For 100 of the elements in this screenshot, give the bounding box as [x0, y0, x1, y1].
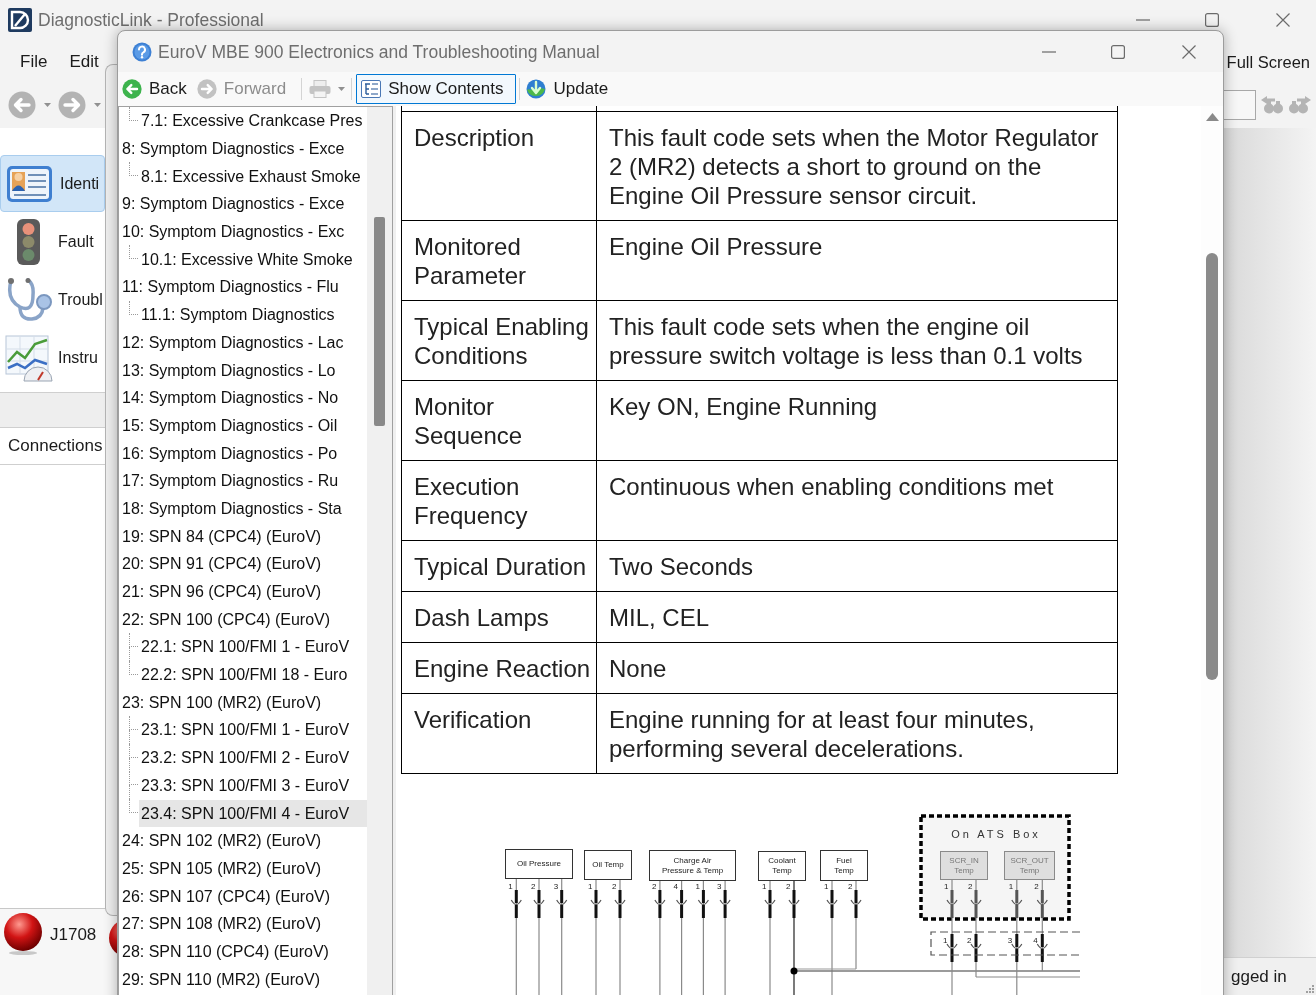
- tree-item[interactable]: 22: SPN 100 (CPC4) (EuroV): [120, 605, 333, 633]
- menu-item[interactable]: Full Screen: [1226, 51, 1310, 73]
- binoculars-right-arrow-icon[interactable]: [1289, 96, 1311, 114]
- update-button[interactable]: Update: [523, 74, 612, 104]
- show-contents-button[interactable]: Show Contents: [356, 74, 517, 104]
- tree-item[interactable]: 19: SPN 84 (CPC4) (EuroV): [120, 522, 324, 550]
- pin-number: 1: [508, 883, 513, 891]
- pin-number: 2: [968, 883, 973, 891]
- tree-item[interactable]: 23: SPN 100 (MR2) (EuroV): [120, 688, 324, 716]
- tree-item[interactable]: 13: Symptom Diagnostics - Lo: [120, 356, 338, 384]
- help-icon: [132, 41, 152, 62]
- sensor-node: Oil Temp: [584, 850, 632, 880]
- tree-list-icon: [361, 80, 382, 98]
- binoculars-left-arrow-icon[interactable]: [1261, 96, 1283, 114]
- input-field[interactable]: [1224, 90, 1256, 120]
- window-title: DiagnosticLink - Professional: [38, 9, 264, 31]
- scrollbar-thumb[interactable]: [374, 217, 385, 426]
- tree-item[interactable]: 8: Symptom Diagnostics - Exce: [120, 135, 347, 163]
- table-cell: Monitored Parameter: [401, 221, 597, 301]
- pin-number: 1: [695, 883, 700, 891]
- resize-grip-icon[interactable]: [1305, 984, 1314, 993]
- table-cell: Verification: [401, 694, 597, 774]
- tree-line: [129, 162, 138, 177]
- table-cell: Description: [401, 112, 597, 221]
- pin-number: 1: [1008, 883, 1014, 891]
- table-cell: Engine Reaction: [401, 643, 597, 694]
- tree-item[interactable]: 25: SPN 105 (MR2) (EuroV): [120, 854, 324, 882]
- tree-item[interactable]: 22.1: SPN 100/FMI 1 - EuroV: [139, 633, 352, 661]
- tree-item[interactable]: 23.4: SPN 100/FMI 4 - EuroV: [139, 799, 367, 827]
- tree-item[interactable]: 29: SPN 110 (MR2) (EuroV): [120, 965, 322, 993]
- tree-line: [129, 300, 138, 315]
- tree-item[interactable]: 14: Symptom Diagnostics - No: [120, 384, 341, 412]
- tree-item[interactable]: 28: SPN 110 (CPC4) (EuroV): [120, 937, 331, 965]
- sensor-node: Fuel Temp: [820, 850, 868, 881]
- sensor-node: SCR_IN Temp: [940, 851, 988, 880]
- table-cell: Engine Oil Pressure: [597, 221, 1118, 301]
- table-cell: Typical Duration: [401, 541, 597, 592]
- tree-item[interactable]: 11.1: Symptom Diagnostics: [139, 301, 337, 329]
- pin-number: 1: [824, 883, 829, 891]
- pin-number: 3: [717, 883, 722, 891]
- tree-item[interactable]: 10: Symptom Diagnostics - Exc: [120, 218, 347, 246]
- minimize-icon[interactable]: [1042, 50, 1056, 53]
- back-button[interactable]: Back: [119, 74, 190, 104]
- tree-item[interactable]: 8.1: Excessive Exhaust Smoke: [139, 162, 363, 190]
- table-cell: Typical Enabling Conditions: [401, 301, 597, 381]
- tree-item[interactable]: 7.1: Excessive Crankcase Pres: [139, 107, 365, 135]
- tree-item[interactable]: 24: SPN 102 (MR2) (EuroV): [120, 827, 324, 855]
- scrollbar-thumb[interactable]: [1206, 253, 1218, 680]
- maximize-icon[interactable]: [1205, 13, 1219, 27]
- tree-item[interactable]: 27: SPN 108 (MR2) (EuroV): [120, 910, 324, 938]
- app-logo-icon: [8, 8, 32, 32]
- pin-number: 4: [1033, 937, 1038, 945]
- scrollbar-track[interactable]: [367, 107, 392, 995]
- menu-item[interactable]: Edit: [69, 51, 99, 73]
- tree-item[interactable]: 11: Symptom Diagnostics - Flu: [120, 273, 341, 301]
- nav-item[interactable]: Identi: [0, 155, 105, 212]
- pin-number: 1: [943, 937, 948, 945]
- sensor-node: Oil Pressure: [505, 849, 573, 879]
- tree-item[interactable]: 21: SPN 96 (CPC4) (EuroV): [120, 578, 324, 606]
- table-cell: Key ON, Engine Running: [597, 381, 1118, 461]
- connection-label: J1708: [50, 925, 97, 945]
- tree-item[interactable]: 9: Symptom Diagnostics - Exce: [120, 190, 347, 218]
- maximize-icon[interactable]: [1111, 44, 1125, 59]
- tree-item[interactable]: 16: Symptom Diagnostics - Po: [120, 439, 340, 467]
- close-icon[interactable]: [1182, 44, 1196, 59]
- caret-icon: [338, 87, 346, 91]
- table-cell: Engine running for at least four minutes, performing several decelerations.: [597, 694, 1118, 774]
- tree-item[interactable]: 23.2: SPN 100/FMI 2 - EuroV: [139, 744, 352, 772]
- traffic-light-icon: [16, 217, 41, 266]
- pin-number: 2: [967, 937, 972, 945]
- pin-number: 3: [553, 883, 559, 891]
- pin-number: 2: [531, 883, 536, 891]
- up-arrow-icon[interactable]: [1205, 113, 1219, 121]
- nav-item[interactable]: Instru: [0, 329, 105, 386]
- pin-number: 2: [651, 883, 657, 891]
- printer-icon: [309, 80, 332, 98]
- sensor-node: Coolant Temp: [758, 851, 806, 881]
- table-cell: This fault code sets when the engine oil pressure switch voltage is less than 0.1 volts: [597, 301, 1118, 381]
- pin-number: 2: [848, 883, 853, 891]
- tree-item[interactable]: 20: SPN 91 (CPC4) (EuroV): [120, 550, 324, 578]
- menu-item[interactable]: File: [20, 51, 48, 73]
- sensor-node: SCR_OUT Temp: [1004, 851, 1055, 880]
- tree-item[interactable]: 15: Symptom Diagnostics - Oil: [120, 411, 340, 439]
- table-cell: Two Seconds: [597, 541, 1118, 592]
- close-icon[interactable]: [1276, 13, 1290, 27]
- table-cell: Monitor Sequence: [401, 381, 597, 461]
- pin-number: 4: [673, 883, 679, 891]
- tree-item[interactable]: 10.1: Excessive White Smoke: [139, 245, 355, 273]
- tree-item[interactable]: 23.1: SPN 100/FMI 1 - EuroV: [139, 716, 352, 744]
- tree-item[interactable]: 26: SPN 107 (CPC4) (EuroV): [120, 882, 333, 910]
- nav-item[interactable]: Fault: [0, 213, 105, 270]
- tree-item[interactable]: 22.2: SPN 100/FMI 18 - Euro: [139, 661, 350, 689]
- table-cell: This fault code sets when the Motor Regulator 2 (MR2) detects a short to ground on the Engine Oil Pressure sensor circuit.: [597, 112, 1118, 221]
- caret-icon: [94, 103, 101, 107]
- tree-item[interactable]: 18: Symptom Diagnostics - Sta: [120, 494, 344, 522]
- tree-item[interactable]: 12: Symptom Diagnostics - Lac: [120, 328, 346, 356]
- tree-item[interactable]: 17: Symptom Diagnostics - Ru: [120, 467, 341, 495]
- nav-item[interactable]: Troubl: [0, 271, 105, 328]
- group-label: On ATS Box: [951, 829, 1041, 840]
- tree-item[interactable]: 23.3: SPN 100/FMI 3 - EuroV: [139, 771, 352, 799]
